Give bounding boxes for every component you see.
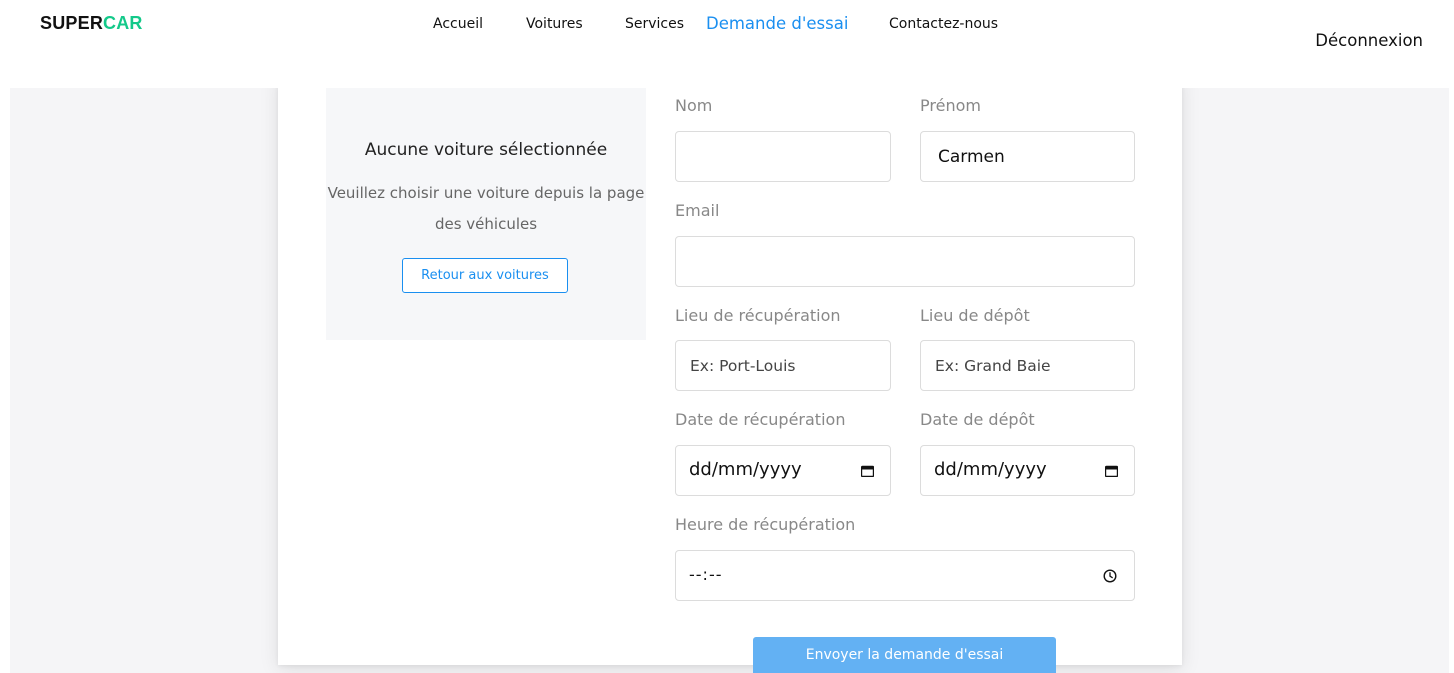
email-label: Email bbox=[675, 201, 720, 220]
dropoff-date-label: Date de dépôt bbox=[920, 410, 1035, 429]
clock-icon[interactable] bbox=[1103, 569, 1117, 583]
nav-link-accueil[interactable]: Accueil bbox=[433, 16, 483, 32]
dropoff-location-label: Lieu de dépôt bbox=[920, 306, 1030, 325]
pickup-location-label: Lieu de récupération bbox=[675, 306, 841, 325]
nom-label: Nom bbox=[675, 96, 713, 115]
nav-link-voitures[interactable]: Voitures bbox=[526, 16, 583, 32]
nav-link-contact[interactable]: Contactez-nous bbox=[889, 16, 998, 32]
no-car-message: Veuillez choisir une voiture depuis la p… bbox=[327, 184, 645, 233]
top-navbar: SUPERCAR Accueil Voitures Services Deman… bbox=[0, 0, 1454, 88]
prenom-input[interactable] bbox=[920, 131, 1135, 182]
dropoff-date-value: dd/mm/yyyy bbox=[934, 459, 1047, 480]
dropoff-date-input[interactable]: dd/mm/yyyy bbox=[920, 445, 1135, 496]
calendar-icon[interactable] bbox=[1105, 465, 1118, 477]
pickup-date-input[interactable]: dd/mm/yyyy bbox=[675, 445, 891, 496]
no-car-selected-panel: Aucune voiture sélectionnée Veuillez cho… bbox=[326, 88, 646, 340]
pickup-time-input[interactable]: --:-- bbox=[675, 550, 1135, 601]
no-car-title: Aucune voiture sélectionnée bbox=[364, 140, 608, 160]
email-input[interactable] bbox=[675, 236, 1135, 287]
pickup-time-value: --:-- bbox=[689, 565, 723, 584]
pickup-date-value: dd/mm/yyyy bbox=[689, 459, 802, 480]
nom-input[interactable] bbox=[675, 131, 891, 182]
logo-text-car: CAR bbox=[103, 13, 143, 33]
back-to-cars-button[interactable]: Retour aux voitures bbox=[402, 258, 568, 293]
pickup-date-label: Date de récupération bbox=[675, 410, 846, 429]
prenom-label: Prénom bbox=[920, 96, 981, 115]
pickup-time-label: Heure de récupération bbox=[675, 515, 856, 534]
dropoff-location-input[interactable] bbox=[920, 340, 1135, 391]
logout-link[interactable]: Déconnexion bbox=[1315, 31, 1423, 50]
calendar-icon[interactable] bbox=[861, 465, 874, 477]
logo-text-super: SUPER bbox=[40, 13, 104, 33]
pickup-location-input[interactable] bbox=[675, 340, 891, 391]
brand-logo[interactable]: SUPERCAR bbox=[40, 13, 143, 34]
submit-test-drive-button[interactable]: Envoyer la demande d'essai bbox=[753, 637, 1056, 673]
nav-link-demande-essai[interactable]: Demande d'essai bbox=[706, 14, 848, 33]
nav-link-services[interactable]: Services bbox=[625, 16, 684, 32]
